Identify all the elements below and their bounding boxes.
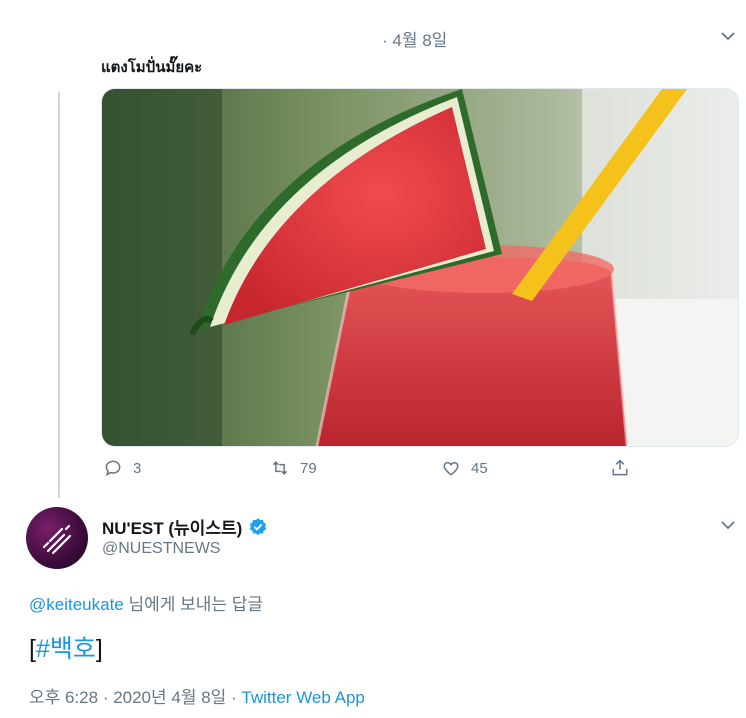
reply-count: 3 — [133, 459, 142, 477]
like-icon — [443, 461, 459, 476]
chevron-down-icon[interactable] — [719, 27, 737, 45]
retweet-count: 79 — [300, 459, 317, 477]
top-tweet-text: แตงโมปั่นมั๊ยคะ — [101, 59, 203, 76]
tweet-image[interactable] — [101, 88, 739, 447]
tweet-meta: 오후 6:28 · 2020년 4월 8일 · Twitter Web App — [29, 683, 365, 708]
tweet-actions: 3 79 45 — [101, 458, 741, 484]
replying-to-suffix: 님에게 보내는 답글 — [123, 595, 264, 614]
share-icon — [612, 459, 628, 476]
tweet-source[interactable]: Twitter Web App — [241, 688, 364, 707]
like-action[interactable]: 45 — [441, 458, 488, 478]
watermelon-smoothie-image — [102, 89, 738, 446]
replying-to-line: @keiteukate 님에게 보내는 답글 — [29, 590, 263, 615]
hashtag-link[interactable]: #백호 — [36, 635, 96, 663]
thread-connector-line — [58, 92, 60, 498]
author-name-row[interactable]: NU'EST (뉴이스트) — [102, 514, 268, 539]
tweet-body: [#백호] — [29, 629, 103, 665]
top-tweet-date[interactable]: · 4월 8일 — [382, 26, 447, 51]
bracket-close: ] — [95, 635, 103, 663]
author-name: NU'EST (뉴이스트) — [102, 519, 243, 538]
like-count: 45 — [471, 459, 488, 477]
verified-icon — [250, 517, 267, 535]
bracket-open: [ — [29, 635, 36, 663]
share-action[interactable] — [610, 458, 630, 478]
retweet-action[interactable]: 79 — [270, 458, 317, 478]
mention-link[interactable]: @keiteukate — [29, 595, 124, 614]
author-handle[interactable]: @NUESTNEWS — [102, 540, 220, 558]
retweet-icon — [272, 461, 288, 475]
chevron-down-icon[interactable] — [719, 516, 737, 534]
reply-icon — [105, 460, 121, 477]
tweet-thread: · 4월 8일 แตงโมปั่นมั๊ยคะ 3 79 45 NU'EST (… — [0, 0, 746, 718]
tweet-timestamp[interactable]: 오후 6:28 · 2020년 4월 8일 · — [29, 688, 241, 707]
nuest-logo-icon — [42, 524, 72, 555]
avatar[interactable] — [26, 507, 88, 569]
reply-action[interactable]: 3 — [103, 458, 141, 478]
